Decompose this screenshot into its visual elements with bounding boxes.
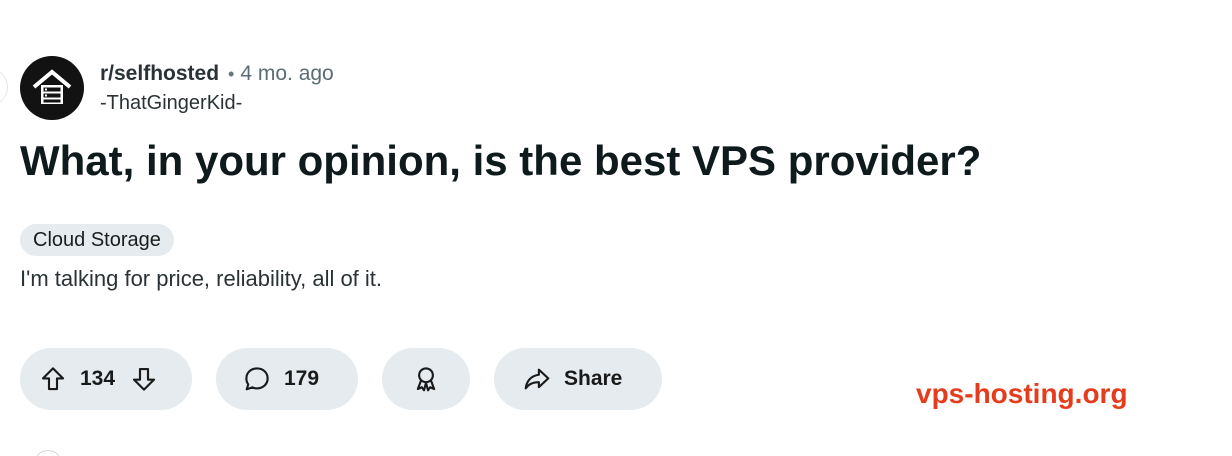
comments-button[interactable]: 179 [216,348,358,410]
vote-count: 134 [80,367,116,390]
arrow-down-icon[interactable] [129,364,159,394]
reddit-post-page: r/selfhosted • 4 mo. ago -ThatGingerKid-… [0,0,1232,456]
subreddit-avatar[interactable] [20,56,84,120]
award-button[interactable] [382,348,470,410]
next-item-artifact [34,450,62,456]
share-arrow-icon [522,364,552,394]
subreddit-link[interactable]: r/selfhosted [100,60,219,88]
post-title[interactable]: What, in your opinion, is the best VPS p… [20,134,981,188]
watermark-text: vps-hosting.org [916,378,1128,409]
post-body: I'm talking for price, reliability, all … [20,266,383,291]
arrow-up-icon[interactable] [38,364,68,394]
post-flair[interactable]: Cloud Storage [20,224,174,256]
post-age: 4 mo. ago [240,62,334,85]
award-ribbon-icon [411,364,441,394]
post-header: r/selfhosted • 4 mo. ago -ThatGingerKid- [20,56,334,120]
post-meta: r/selfhosted • 4 mo. ago -ThatGingerKid- [100,56,334,120]
vote-control: 134 [20,348,192,410]
author-link[interactable]: -ThatGingerKid- [100,90,334,116]
speech-bubble-icon [242,364,272,394]
share-label: Share [564,367,623,390]
meta-separator: • [228,64,235,84]
server-house-icon [30,66,74,110]
post-actions: 134 179 Share [20,348,662,410]
comment-count: 179 [284,367,320,390]
share-button[interactable]: Share [494,348,662,410]
edge-artifact [0,68,8,106]
meta-top-row: r/selfhosted • 4 mo. ago [100,60,334,88]
